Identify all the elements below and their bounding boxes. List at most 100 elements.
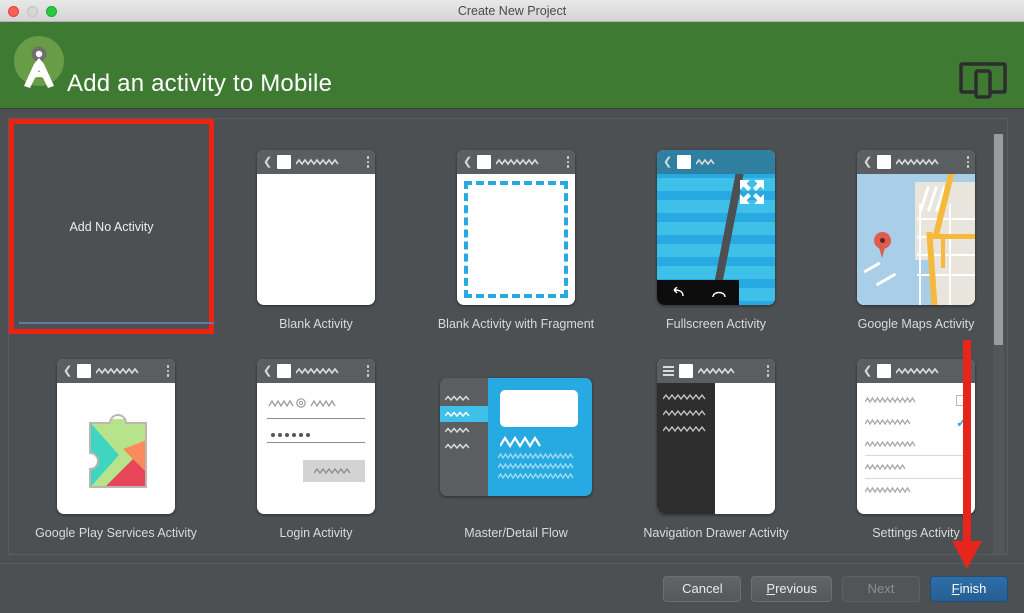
- window-title: Create New Project: [0, 4, 1024, 18]
- devices-icon[interactable]: [959, 59, 1007, 106]
- home-icon: [712, 287, 726, 299]
- detail-body-placeholder-icon: [498, 462, 578, 470]
- detail-heading-placeholder-icon: [500, 436, 544, 448]
- back-chevron-icon: ❮: [663, 157, 672, 168]
- app-icon: [77, 364, 91, 378]
- gallery-item-add-no-activity[interactable]: Add No Activity: [9, 119, 209, 337]
- title-placeholder-icon: [96, 367, 140, 375]
- fullscreen-activity-thumbnail: ❮: [657, 150, 775, 305]
- detail-pane: [488, 378, 592, 496]
- close-button[interactable]: [8, 6, 19, 17]
- app-icon: [877, 364, 891, 378]
- app-icon: [277, 155, 291, 169]
- overflow-menu-icon: [367, 156, 370, 168]
- app-bar: ❮: [257, 359, 375, 383]
- drawer-content: [657, 383, 775, 514]
- google-maps-activity-thumbnail: ❮: [857, 150, 975, 305]
- gallery-item-master-detail-flow[interactable]: Master/Detail Flow: [416, 328, 616, 546]
- app-bar: ❮: [857, 359, 975, 383]
- gallery-item-fullscreen-activity[interactable]: ❮: [616, 119, 816, 337]
- app-icon: [877, 155, 891, 169]
- window-controls[interactable]: [8, 6, 57, 17]
- gallery-row-2: ❮: [9, 328, 999, 546]
- list-item: [440, 422, 488, 438]
- previous-button[interactable]: Previous: [751, 576, 832, 602]
- gallery-item-google-maps-activity[interactable]: ❮: [816, 119, 1008, 337]
- back-chevron-icon: ❮: [863, 366, 872, 377]
- list-item: [440, 438, 488, 454]
- gallery-item-label: Login Activity: [216, 526, 416, 540]
- add-no-activity-label: Add No Activity: [69, 220, 153, 234]
- google-play-services-thumbnail: ❮: [57, 359, 175, 514]
- settings-row: [857, 389, 975, 411]
- gallery-item-label: Google Play Services Activity: [16, 526, 216, 540]
- settings-row: ✓: [857, 411, 975, 433]
- finish-button[interactable]: Finish: [930, 576, 1008, 602]
- list-item-selected: [440, 406, 488, 422]
- title-placeholder-icon: [296, 367, 340, 375]
- dialog-header: Add an activity to Mobile: [0, 22, 1024, 108]
- gallery-item-blank-activity[interactable]: ❮ Blank Activity: [216, 119, 416, 337]
- fragment-outline: [464, 181, 568, 298]
- title-placeholder-icon: [896, 367, 940, 375]
- zoom-button[interactable]: [46, 6, 57, 17]
- app-icon: [677, 155, 691, 169]
- gallery-item-google-play-services-activity[interactable]: ❮: [16, 328, 216, 546]
- previous-button-mnemonic: P: [766, 581, 775, 596]
- finish-button-mnemonic: F: [952, 581, 960, 596]
- detail-body-placeholder-icon: [498, 452, 578, 460]
- gallery-item-label: Master/Detail Flow: [416, 526, 616, 540]
- gallery-item-navigation-drawer-activity[interactable]: Navigation Drawer Activity: [616, 328, 816, 546]
- app-icon: [679, 364, 693, 378]
- settings-row: [857, 456, 975, 478]
- back-chevron-icon: ❮: [263, 366, 272, 377]
- gallery-scrollbar[interactable]: [993, 134, 1004, 555]
- title-placeholder-icon: [698, 367, 738, 375]
- overflow-menu-icon: [567, 156, 570, 168]
- blank-activity-thumbnail: ❮: [257, 150, 375, 305]
- gallery-item-blank-activity-with-fragment[interactable]: ❮ Blank Activity with Fragment: [416, 119, 616, 337]
- master-detail-flow-thumbnail: [440, 378, 592, 496]
- hamburger-menu-icon: [663, 366, 674, 376]
- master-list: [440, 378, 488, 496]
- overflow-menu-icon: [967, 156, 970, 168]
- title-placeholder-icon: [296, 158, 340, 166]
- app-bar: ❮: [857, 150, 975, 174]
- next-button[interactable]: Next: [842, 576, 920, 602]
- list-item: [440, 390, 488, 406]
- minimize-button[interactable]: [27, 6, 38, 17]
- title-placeholder-icon: [896, 158, 940, 166]
- settings-activity-thumbnail: ❮ ✓: [857, 359, 975, 514]
- app-icon: [477, 155, 491, 169]
- back-chevron-icon: ❮: [63, 366, 72, 377]
- dialog-footer: Cancel Previous Next Finish: [0, 563, 1024, 613]
- overflow-menu-icon: [167, 365, 170, 377]
- cancel-button[interactable]: Cancel: [663, 576, 741, 602]
- gallery-row-1: Add No Activity ❮ Blank Activit: [9, 119, 999, 337]
- annotation-arrow-shaft: [963, 340, 971, 545]
- settings-row: [857, 479, 975, 501]
- fullscreen-content: [657, 174, 775, 305]
- app-bar: ❮: [57, 359, 175, 383]
- settings-row: [857, 433, 975, 455]
- sign-in-button: [303, 460, 365, 482]
- android-studio-logo-icon: [8, 30, 70, 92]
- back-icon: [671, 287, 685, 299]
- system-nav-bar: [657, 280, 739, 305]
- navigation-drawer: [657, 383, 715, 514]
- annotation-arrow-head: [952, 541, 982, 569]
- detail-card: [500, 390, 578, 427]
- selection-indicator: [19, 322, 214, 324]
- settings-list: ✓: [857, 383, 975, 501]
- gallery-item-label: Settings Activity: [816, 526, 1008, 540]
- app-bar: ❮: [257, 150, 375, 174]
- password-field-underline: [267, 442, 365, 443]
- gallery-item-settings-activity[interactable]: ❮ ✓: [816, 328, 1008, 546]
- add-no-activity-tile[interactable]: Add No Activity: [9, 119, 214, 334]
- window-titlebar: Create New Project: [0, 0, 1024, 22]
- map-preview: [857, 174, 975, 305]
- blank-activity-fragment-thumbnail: ❮: [457, 150, 575, 305]
- gallery-item-login-activity[interactable]: ❮: [216, 328, 416, 546]
- app-bar: ❮: [657, 150, 775, 174]
- scrollbar-thumb[interactable]: [994, 134, 1003, 345]
